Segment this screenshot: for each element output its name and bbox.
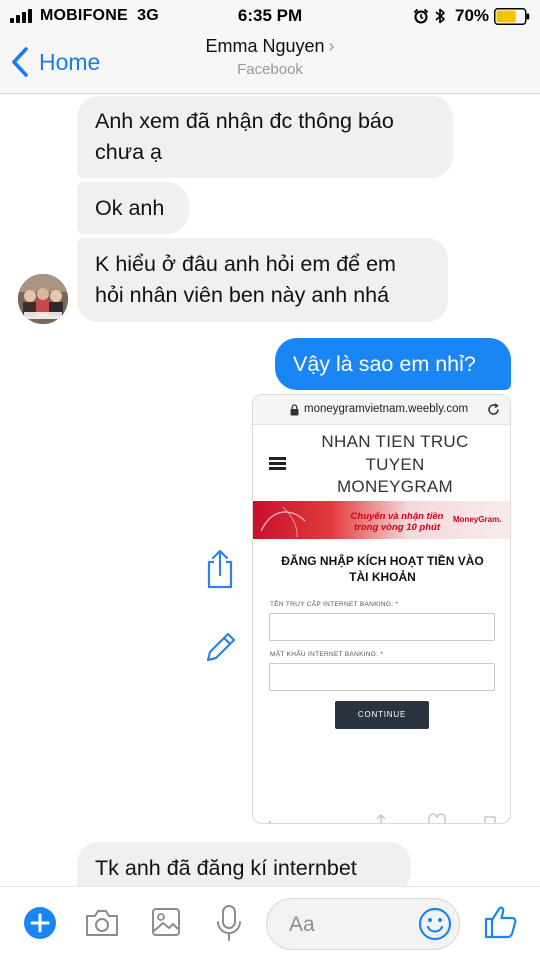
- thumbs-up-icon[interactable]: [483, 904, 519, 940]
- status-bar: MOBIFONE 3G 6:35 PM 70%: [0, 0, 540, 32]
- bluetooth-icon: [435, 8, 445, 24]
- continue-button: CONTINUE: [335, 701, 429, 729]
- form-heading-line: TÀI KHOẢN: [349, 570, 416, 584]
- site-title-line: NHAN TIEN TRUC: [321, 432, 469, 451]
- conversation-header: Home Emma Nguyen › Facebook: [0, 32, 540, 94]
- battery-percent: 70%: [455, 6, 490, 25]
- menu-icon: [269, 457, 286, 470]
- message-line: chưa ạ: [95, 140, 162, 164]
- promo-banner: Chuyển và nhận tiền trong vòng 10 phút M…: [253, 501, 510, 539]
- contact-avatar[interactable]: [18, 274, 68, 324]
- moneygram-logo: MoneyGram.: [453, 515, 502, 524]
- shared-image-attachment[interactable]: moneygramvietnam.weebly.com NHAN TIEN TR…: [252, 394, 511, 824]
- edit-icon[interactable]: [204, 630, 238, 664]
- form-heading: ĐĂNG NHẬP KÍCH HOẠT TIỀN VÀO TÀI KHOẢN: [265, 553, 500, 585]
- reload-icon: [488, 403, 499, 415]
- banner-text-line: trong vòng 10 phút: [353, 522, 441, 533]
- message-line: Vậy là sao em nhỉ?: [293, 352, 476, 376]
- plus-icon[interactable]: [23, 906, 57, 940]
- message-line: hỏi nhân viên ben này anh nhá: [95, 283, 390, 307]
- password-field: [269, 663, 495, 691]
- message-bubble[interactable]: K hiểu ở đâu anh hỏi em để em hỏi nhân v…: [77, 238, 448, 322]
- browser-toolbar: [268, 813, 496, 823]
- password-label: MẬT KHẨU INTERNET BANKING: *: [270, 651, 384, 658]
- banner-text: Chuyển và nhận tiền trong vòng 10 phút: [347, 511, 447, 533]
- browser-url-bar: moneygramvietnam.weebly.com: [253, 395, 510, 425]
- message-input-placeholder: Aa: [289, 913, 315, 936]
- message-line: Ok anh: [95, 196, 165, 220]
- message-bubble[interactable]: Ok anh: [77, 182, 189, 234]
- site-title-line: MONEYGRAM: [336, 477, 454, 496]
- emoji-icon[interactable]: [418, 907, 452, 941]
- site-title-line: TUYEN: [365, 454, 425, 474]
- site-title: NHAN TIEN TRUC TUYEN MONEYGRAM: [295, 431, 495, 499]
- username-field: [269, 613, 495, 641]
- message-bubble-outgoing[interactable]: Vậy là sao em nhỉ?: [275, 338, 511, 390]
- camera-icon[interactable]: [84, 908, 120, 938]
- banner-text-line: Chuyển và nhận tiền: [350, 511, 444, 522]
- banner-decoration: [260, 506, 306, 538]
- chevron-right-icon: ›: [328, 36, 335, 56]
- form-heading-line: ĐĂNG NHẬP KÍCH HOẠT TIỀN VÀO: [281, 554, 484, 568]
- contact-name: Emma Nguyen: [205, 36, 325, 56]
- message-line: Tk anh đã đăng kí internbet: [95, 856, 357, 880]
- avatar-image: [18, 274, 68, 324]
- alarm-icon: [413, 8, 429, 24]
- image-icon[interactable]: [150, 906, 182, 938]
- microphone-icon[interactable]: [214, 904, 244, 942]
- battery-icon: [494, 8, 530, 25]
- browser-url: moneygramvietnam.weebly.com: [304, 403, 469, 415]
- message-bubble[interactable]: Anh xem đã nhận đc thông báo chưa ạ: [77, 96, 453, 178]
- message-line: Anh xem đã nhận đc thông báo: [95, 109, 394, 133]
- username-label: TÊN TRUY CẬP INTERNET BANKING: *: [270, 601, 399, 608]
- share-icon[interactable]: [204, 548, 236, 590]
- contact-subtitle: Facebook: [237, 61, 303, 78]
- lock-icon: [290, 404, 299, 416]
- contact-name-button[interactable]: Emma Nguyen ›: [0, 36, 540, 57]
- message-line: K hiểu ở đâu anh hỏi em để em: [95, 252, 396, 276]
